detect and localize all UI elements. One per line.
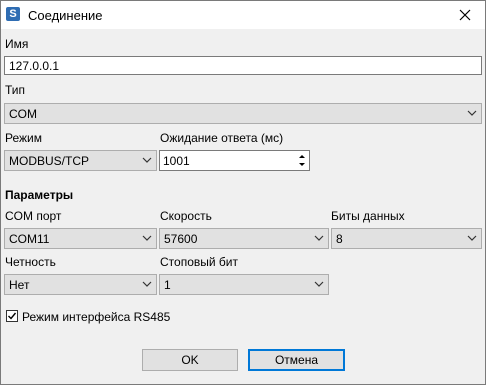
close-button[interactable] — [445, 1, 485, 29]
type-label: Тип — [5, 83, 26, 97]
timeout-label: Ожидание ответа (мс) — [160, 131, 284, 145]
chevron-down-icon — [314, 281, 324, 287]
type-select[interactable]: COM — [4, 103, 482, 124]
name-label: Имя — [5, 37, 29, 51]
chevron-down-icon — [142, 157, 152, 163]
timeout-spinbox[interactable]: 1001 — [159, 150, 310, 171]
chevron-down-icon — [467, 235, 477, 241]
com-port-value: COM11 — [9, 232, 50, 246]
com-port-label: COM порт — [5, 209, 62, 223]
cancel-button[interactable]: Отмена — [248, 349, 345, 371]
title-bar: S Соединение — [1, 1, 485, 29]
speed-select[interactable]: 57600 — [159, 228, 329, 249]
name-input[interactable]: 127.0.0.1 — [4, 56, 482, 75]
mode-value: MODBUS/TCP — [9, 154, 90, 168]
close-icon — [459, 9, 471, 21]
data-bits-value: 8 — [336, 232, 343, 246]
stop-bits-label: Стоповый бит — [160, 255, 238, 269]
ok-button[interactable]: OK — [142, 349, 238, 371]
speed-value: 57600 — [164, 232, 198, 246]
parity-label: Четность — [5, 255, 56, 269]
stop-bits-value: 1 — [164, 278, 171, 292]
type-value: COM — [9, 107, 37, 121]
params-heading: Параметры — [5, 188, 74, 202]
stop-bits-select[interactable]: 1 — [159, 274, 329, 295]
timeout-value: 1001 — [163, 154, 190, 168]
rs485-label[interactable]: Режим интерфейса RS485 — [22, 310, 170, 324]
app-icon: S — [6, 7, 20, 21]
speed-label: Скорость — [160, 209, 212, 223]
parity-value: Нет — [9, 278, 30, 292]
connection-dialog: S Соединение Имя 127.0.0.1 Тип COM Режим… — [0, 0, 486, 385]
chevron-down-icon — [314, 235, 324, 241]
parity-select[interactable]: Нет — [4, 274, 157, 295]
chevron-down-icon — [467, 110, 477, 116]
com-port-select[interactable]: COM11 — [4, 228, 157, 249]
chevron-down-icon — [142, 235, 152, 241]
chevron-down-icon — [142, 281, 152, 287]
rs485-checkbox[interactable] — [6, 310, 18, 322]
spin-arrows-icon[interactable] — [296, 152, 308, 169]
checkmark-icon — [8, 312, 17, 320]
data-bits-label: Биты данных — [331, 209, 405, 223]
mode-label: Режим — [5, 131, 42, 145]
mode-select[interactable]: MODBUS/TCP — [4, 150, 157, 171]
window-title: Соединение — [28, 8, 103, 23]
data-bits-select[interactable]: 8 — [331, 228, 482, 249]
